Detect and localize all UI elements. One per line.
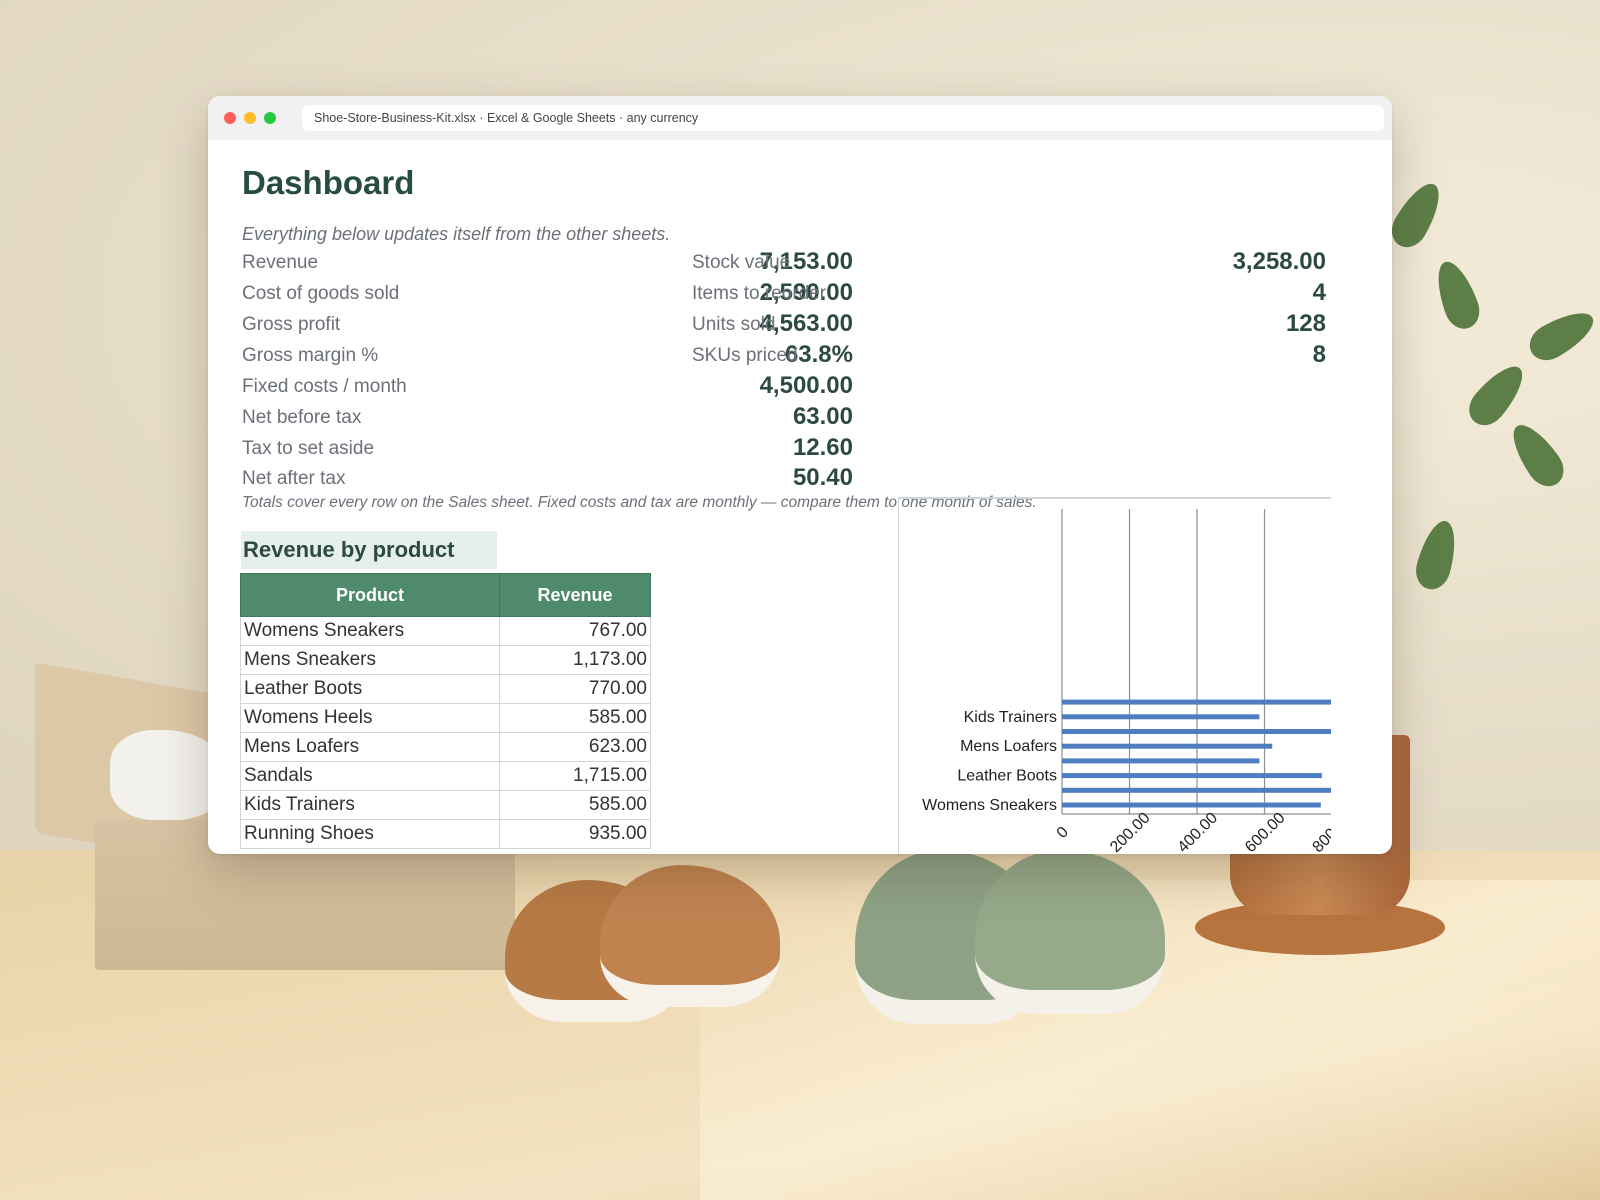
- green-sneaker-right: [975, 850, 1165, 1014]
- bar: [1062, 787, 1331, 793]
- sunlight: [700, 880, 1600, 1200]
- revenue-bar-chart: Womens Sneakers Leather Boots Mens Loafers…: [922, 509, 1331, 854]
- bar: [1062, 743, 1273, 749]
- kpi-label: Gross margin %: [242, 345, 379, 366]
- category-label: Womens Sneakers: [922, 797, 1057, 814]
- category-label: Mens Loafers: [960, 738, 1057, 755]
- table-row: Sandals 1,715.00: [240, 761, 651, 791]
- column-header-revenue[interactable]: Revenue: [499, 573, 651, 617]
- product-cell[interactable]: Mens Sneakers: [240, 645, 500, 675]
- kpi-label: SKUs priced: [692, 345, 798, 366]
- kpi-value[interactable]: 8: [1313, 341, 1326, 369]
- plant-leaf: [1411, 516, 1463, 594]
- kpi-value[interactable]: 4: [1313, 279, 1326, 307]
- kpi-value[interactable]: 4,500.00: [760, 372, 853, 400]
- x-tick-label: 600.00: [1242, 809, 1289, 854]
- kpi-label: Tax to set aside: [242, 438, 375, 459]
- plant-leaf: [1461, 357, 1533, 433]
- product-cell[interactable]: Sandals: [240, 761, 500, 791]
- table-header-row: Product Revenue: [240, 573, 651, 617]
- category-label: Leather Boots: [957, 768, 1057, 785]
- product-cell[interactable]: Running Shoes: [240, 819, 500, 849]
- revenue-by-product-table: Product Revenue Womens Sneakers 767.00 M…: [240, 573, 651, 849]
- product-cell[interactable]: Kids Trainers: [240, 790, 500, 820]
- bar: [1062, 802, 1321, 808]
- revenue-cell[interactable]: 1,173.00: [499, 645, 651, 675]
- title-bar: Shoe-Store-Business-Kit.xlsx · Excel & G…: [208, 96, 1392, 140]
- bar: [1062, 773, 1322, 779]
- product-cell[interactable]: Leather Boots: [240, 674, 500, 704]
- spreadsheet-window: Shoe-Store-Business-Kit.xlsx · Excel & G…: [208, 96, 1392, 854]
- maximize-window-button[interactable]: [264, 112, 276, 124]
- product-cell[interactable]: Mens Loafers: [240, 732, 500, 762]
- plant-leaf: [1502, 416, 1572, 494]
- shoe-box-flap: [35, 662, 235, 868]
- bar: [1062, 758, 1260, 764]
- revenue-cell[interactable]: 585.00: [499, 703, 651, 733]
- table-row: Womens Sneakers 767.00: [240, 616, 651, 646]
- revenue-by-product-title: Revenue by product: [241, 531, 497, 569]
- revenue-cell[interactable]: 1,715.00: [499, 761, 651, 791]
- table-row: Running Shoes 935.00: [240, 819, 651, 849]
- x-tick-label: 400.00: [1175, 809, 1222, 854]
- revenue-cell[interactable]: 770.00: [499, 674, 651, 704]
- revenue-cell[interactable]: 623.00: [499, 732, 651, 762]
- bar: [1062, 699, 1331, 705]
- table-row: Mens Loafers 623.00: [240, 732, 651, 762]
- category-label: Kids Trainers: [964, 709, 1057, 726]
- brown-loafer-left: [505, 880, 685, 1022]
- column-header-product[interactable]: Product: [240, 573, 500, 617]
- plant-leaf: [1429, 256, 1485, 334]
- plant-saucer: [1195, 900, 1445, 955]
- kpi-label: Net after tax: [242, 468, 346, 489]
- plant-leaf: [1523, 302, 1600, 368]
- kpi-label: Items to reorder: [692, 283, 827, 304]
- kpi-value[interactable]: 3,258.00: [1233, 248, 1326, 276]
- brown-loafer-right: [600, 865, 780, 1007]
- x-tick-label: 800.00: [1310, 809, 1331, 854]
- dashboard-sheet: Dashboard Everything below updates itsel…: [208, 140, 1392, 854]
- kpi-label: Stock value: [692, 252, 791, 273]
- table-row: Leather Boots 770.00: [240, 674, 651, 704]
- kpi-value[interactable]: 63.00: [793, 403, 853, 431]
- product-cell[interactable]: Womens Sneakers: [240, 616, 500, 646]
- x-tick-label: 200.00: [1107, 809, 1154, 854]
- revenue-cell[interactable]: 767.00: [499, 616, 651, 646]
- kpi-label: Gross profit: [242, 314, 341, 335]
- product-cell[interactable]: Womens Heels: [240, 703, 500, 733]
- revenue-chart-area[interactable]: Womens Sneakers Leather Boots Mens Loafers…: [898, 497, 1331, 854]
- table-row: Mens Sneakers 1,173.00: [240, 645, 651, 675]
- kpi-label: Net before tax: [242, 407, 362, 428]
- kpi-value[interactable]: 128: [1286, 310, 1326, 338]
- page-subtitle: Everything below updates itself from the…: [242, 224, 671, 244]
- revenue-cell[interactable]: 935.00: [499, 819, 651, 849]
- table-row: Kids Trainers 585.00: [240, 790, 651, 820]
- table-row: Womens Heels 585.00: [240, 703, 651, 733]
- kpi-value[interactable]: 50.40: [793, 464, 853, 492]
- kpi-label: Cost of goods sold: [242, 283, 400, 304]
- plant-leaf: [1384, 176, 1450, 254]
- kpi-value[interactable]: 12.60: [793, 434, 853, 462]
- revenue-cell[interactable]: 585.00: [499, 790, 651, 820]
- file-address-bar[interactable]: Shoe-Store-Business-Kit.xlsx · Excel & G…: [302, 105, 1384, 131]
- bar: [1062, 714, 1260, 720]
- x-tick-label: 0: [1054, 824, 1072, 842]
- kpi-label: Fixed costs / month: [242, 376, 407, 397]
- kpi-label: Units sold: [692, 314, 776, 335]
- page-title: Dashboard: [242, 164, 415, 201]
- bar: [1062, 729, 1331, 734]
- close-window-button[interactable]: [224, 112, 236, 124]
- wooden-floor: [0, 850, 1600, 1200]
- green-sneaker-left: [855, 850, 1045, 1024]
- kpi-label: Revenue: [242, 252, 319, 273]
- minimize-window-button[interactable]: [244, 112, 256, 124]
